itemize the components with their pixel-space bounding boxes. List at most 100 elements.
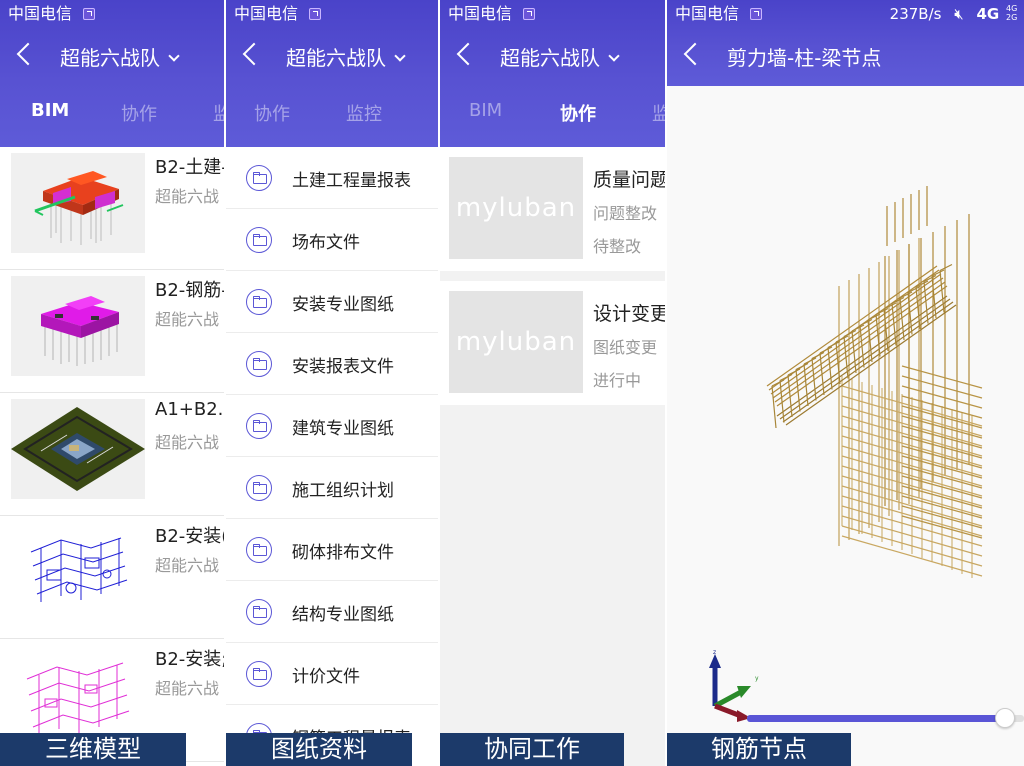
tab-monitor[interactable]: 监 — [213, 100, 224, 126]
model-thumbnail — [11, 522, 145, 622]
carrier-label: 中国电信 — [8, 4, 73, 23]
tab-bar: 协作 监控 — [226, 100, 438, 134]
nav-bar: 剪力墙-柱-梁节点 — [667, 30, 1024, 82]
progress-fill — [747, 715, 1005, 722]
screen-bim-models: 中国电信 超能六战队 BIM 协作 监 B2-土建- 超能六战 B2-钢筋- 超… — [0, 0, 224, 766]
list-item[interactable]: 计价文件 — [226, 643, 438, 705]
sim-icon — [523, 8, 536, 20]
list-item[interactable]: 场布文件 — [226, 209, 438, 271]
caption: 图纸资料 — [226, 733, 412, 766]
list-item[interactable]: 安装报表文件 — [226, 333, 438, 395]
back-icon[interactable] — [683, 42, 707, 66]
model-team: 超能六战 — [155, 556, 220, 575]
model-title: B2-土建- — [155, 157, 224, 178]
list-item[interactable]: B2-安装( 超能六战 — [0, 516, 224, 639]
team-name: 超能六战队 — [60, 46, 160, 70]
folder-label: 结构专业图纸 — [292, 605, 394, 625]
card-type: 图纸变更 — [593, 338, 658, 357]
status-bar: 中国电信 — [440, 0, 665, 28]
progress-track[interactable] — [747, 708, 1024, 728]
chevron-down-icon — [394, 50, 406, 62]
list-item[interactable]: 土建工程量报表 — [226, 147, 438, 209]
card-status: 进行中 — [593, 371, 642, 390]
model-title: B2-钢筋- — [155, 280, 224, 301]
team-selector[interactable]: 超能六战队 — [500, 42, 620, 71]
progress-handle[interactable] — [994, 708, 1015, 728]
list-item[interactable]: 结构专业图纸 — [226, 581, 438, 643]
myluban-logo: myluban — [449, 291, 583, 393]
carrier-label: 中国电信 — [448, 4, 513, 23]
axis-gizmo: z y — [709, 649, 759, 722]
list-item[interactable]: 砌体排布文件 — [226, 519, 438, 581]
folder-label: 施工组织计划 — [292, 481, 394, 501]
team-selector[interactable]: 超能六战队 — [60, 42, 180, 71]
list-item[interactable]: B2-土建- 超能六战 — [0, 147, 224, 270]
model-team: 超能六战 — [155, 679, 220, 698]
caption: 协同工作 — [440, 733, 624, 766]
model-list: B2-土建- 超能六战 B2-钢筋- 超能六战 A1+B2. 超能六战 B2-安… — [0, 147, 224, 762]
folder-icon — [246, 413, 272, 439]
folder-icon — [246, 599, 272, 625]
model-team: 超能六战 — [155, 433, 220, 452]
list-item[interactable]: myluban 质量问题 问题整改 待整改 — [440, 147, 665, 271]
page-title: 剪力墙-柱-梁节点 — [727, 46, 882, 70]
card-status: 待整改 — [593, 237, 642, 256]
mute-icon: 🔇︎ — [954, 5, 964, 23]
chevron-down-icon — [168, 50, 180, 62]
carrier-label: 中国电信 — [675, 4, 740, 23]
model-viewer[interactable]: z y — [667, 86, 1024, 766]
tab-bim[interactable]: BIM — [469, 100, 502, 121]
card-title: 设计变更 — [593, 303, 665, 325]
folder-icon — [246, 475, 272, 501]
axis-y-label: y — [755, 675, 759, 682]
back-icon[interactable] — [242, 42, 266, 66]
tab-collab[interactable]: 协作 — [121, 100, 157, 126]
model-thumbnail — [11, 276, 145, 376]
rebar-bar — [901, 375, 983, 399]
list-item[interactable]: A1+B2.1 超能六战 — [0, 393, 224, 516]
team-selector[interactable]: 超能六战队 — [286, 42, 406, 71]
nav-bar: 超能六战队 — [226, 30, 438, 82]
tab-monitor[interactable]: 监控 — [346, 100, 382, 126]
tab-collab[interactable]: 协作 — [560, 100, 596, 126]
nav-bar: 超能六战队 — [0, 30, 224, 82]
folder-list: 土建工程量报表 场布文件 安装专业图纸 安装报表文件 建筑专业图纸 施工组织计划… — [226, 147, 438, 766]
model-title: A1+B2.1 — [155, 399, 224, 420]
model-team: 超能六战 — [155, 310, 220, 329]
list-item[interactable]: B2-钢筋- 超能六战 — [0, 270, 224, 393]
chevron-down-icon — [608, 50, 620, 62]
header: 中国电信 237B/s 🔇︎ 4G 4G 2G 剪力墙-柱-梁节点 — [667, 0, 1024, 86]
folder-label: 安装专业图纸 — [292, 295, 394, 315]
model-title: B2-安装( — [155, 526, 224, 547]
folder-icon — [246, 165, 272, 191]
tab-monitor[interactable]: 监 — [652, 100, 665, 126]
tab-bim[interactable]: BIM — [31, 100, 69, 121]
sim-icon — [309, 8, 322, 20]
folder-icon — [246, 661, 272, 687]
folder-icon — [246, 351, 272, 377]
folder-label: 砌体排布文件 — [292, 543, 394, 563]
folder-icon — [246, 289, 272, 315]
tab-collab[interactable]: 协作 — [254, 100, 290, 126]
nav-bar: 超能六战队 — [440, 30, 665, 82]
header: 中国电信 超能六战队 协作 监控 — [226, 0, 438, 147]
folder-label: 计价文件 — [292, 667, 360, 687]
back-icon[interactable] — [16, 42, 40, 66]
caption: 三维模型 — [0, 733, 186, 766]
screen-rebar-node: 中国电信 237B/s 🔇︎ 4G 4G 2G 剪力墙-柱-梁节点 z y 钢筋… — [667, 0, 1024, 766]
folder-label: 安装报表文件 — [292, 357, 394, 377]
back-icon[interactable] — [456, 42, 480, 66]
list-item[interactable]: 施工组织计划 — [226, 457, 438, 519]
list-item[interactable]: myluban 设计变更 图纸变更 进行中 — [440, 281, 665, 405]
collab-list: myluban 质量问题 问题整改 待整改 myluban 设计变更 图纸变更 … — [440, 147, 665, 415]
team-name: 超能六战队 — [286, 46, 386, 70]
rebar-bar — [901, 365, 983, 389]
folder-icon — [246, 537, 272, 563]
card-type: 问题整改 — [593, 204, 658, 223]
screen-collaboration: 中国电信 超能六战队 BIM 协作 监 myluban 质量问题 问题整改 待整… — [440, 0, 665, 766]
sim-icon — [83, 8, 96, 20]
list-item[interactable]: 建筑专业图纸 — [226, 395, 438, 457]
team-name: 超能六战队 — [500, 46, 600, 70]
status-bar: 中国电信 — [226, 0, 438, 28]
list-item[interactable]: 安装专业图纸 — [226, 271, 438, 333]
